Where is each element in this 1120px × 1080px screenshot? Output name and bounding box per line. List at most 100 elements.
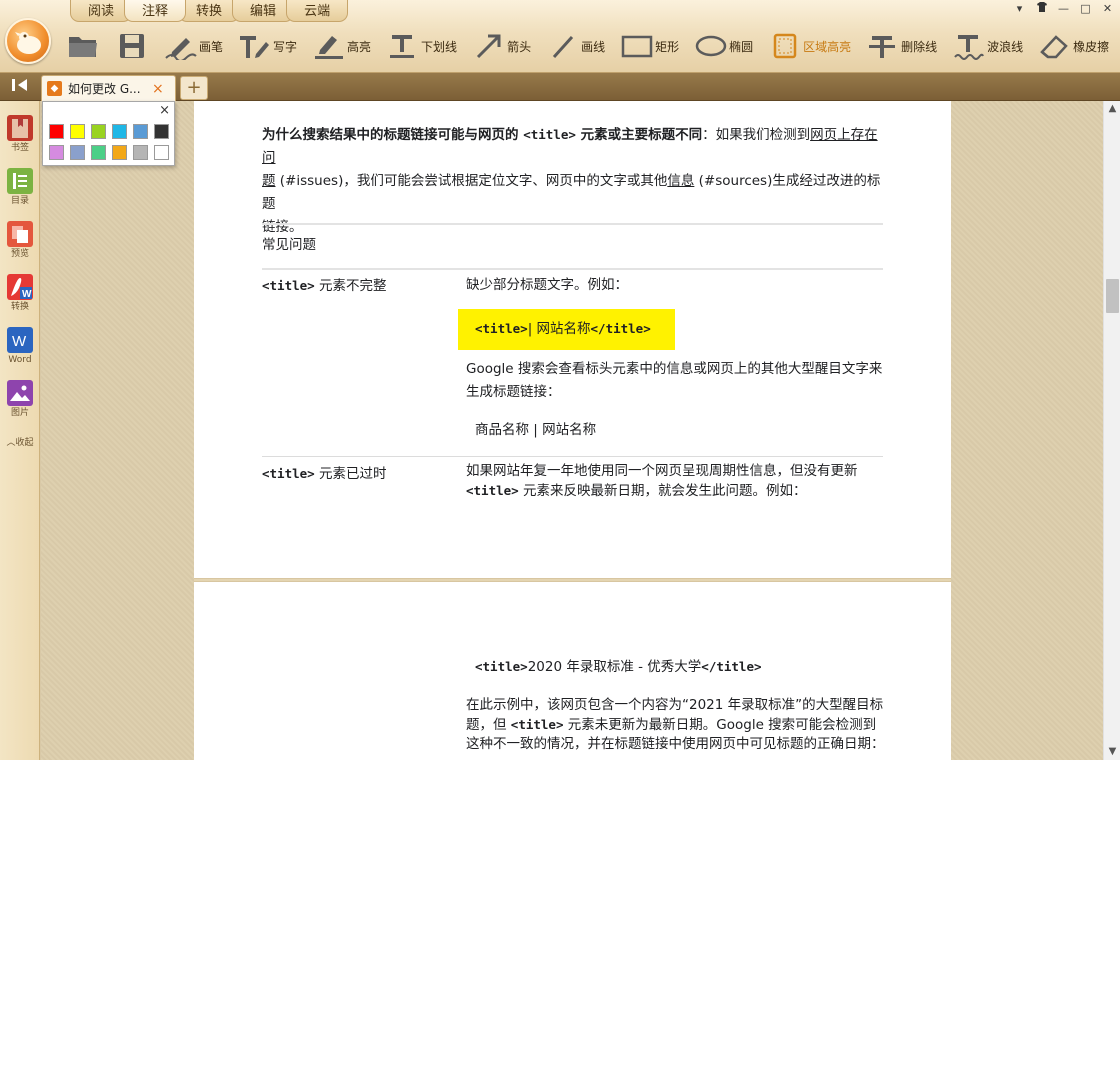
link-issues-continued[interactable]: 题 <box>262 173 276 189</box>
svg-text:W: W <box>22 289 32 300</box>
tool-wavy-line[interactable]: 波浪线 <box>946 29 1029 63</box>
bookmark-icon <box>7 115 33 141</box>
tool-arrow[interactable]: 箭头 <box>466 29 537 63</box>
collapse-sidebar-button[interactable] <box>4 76 36 98</box>
image-icon <box>7 380 33 406</box>
sidebar-item-label: 书签 <box>10 143 29 153</box>
close-tab-icon[interactable]: × <box>152 81 164 97</box>
tool-label: 橡皮擦 <box>1073 39 1110 54</box>
tool-highlight[interactable]: 高亮 <box>306 29 377 63</box>
skin-icon[interactable] <box>1033 2 1050 17</box>
paragraph-text: (#issues)，我们可能会尝试根据定位文字、网页中的文字或其他 <box>275 173 668 189</box>
tool-label: 矩形 <box>655 39 680 54</box>
tool-label: 下划线 <box>421 39 458 54</box>
pdf-page: 为什么搜索结果中的标题链接可能与网页的 <title> 元素或主要标题不同：如果… <box>194 101 951 578</box>
save-button[interactable] <box>109 29 155 63</box>
tool-label: 画线 <box>581 39 606 54</box>
sidebar-item-label: 目录 <box>10 196 29 206</box>
paragraph-text: ：如果我们检测到 <box>702 127 811 143</box>
sidebar-item-preview[interactable]: 预览 <box>0 221 40 260</box>
ellipse-icon <box>694 30 728 62</box>
tab-edit[interactable]: 编辑 <box>232 0 295 22</box>
chevron-up-icon: ︿ <box>6 438 16 448</box>
tab-read[interactable]: 阅读 <box>70 0 133 22</box>
color-swatch-violet[interactable] <box>49 145 64 160</box>
bold-text: 为什么搜索结果中的标题链接可能与网页的 <title> 元素或主要标题不同 <box>262 127 703 143</box>
color-swatch-gray[interactable] <box>133 145 148 160</box>
tool-eraser[interactable]: 橡皮擦 <box>1032 29 1115 63</box>
color-swatch-cyan[interactable] <box>112 124 127 139</box>
sidebar-item-toc[interactable]: 目录 <box>0 168 40 207</box>
document-tab[interactable]: ◆ 如何更改 G... × <box>41 75 176 101</box>
pdf-reader-window: 阅读 注释 转换 编辑 云端 ▾ — □ ✕ 画笔 写字 高亮 下划线 箭头 画… <box>0 0 1120 760</box>
scroll-thumb[interactable] <box>1106 279 1119 313</box>
menu-tabs: 阅读 注释 转换 编辑 云端 <box>70 0 349 22</box>
link-sources[interactable]: 信息 <box>667 173 694 189</box>
color-swatch-slate[interactable] <box>70 145 85 160</box>
tool-write[interactable]: 写字 <box>232 29 303 63</box>
sidebar-item-label: 预览 <box>10 249 29 259</box>
faq-row-description: 缺少部分标题文字。例如： <box>466 277 628 293</box>
line-icon <box>546 30 580 62</box>
sidebar-item-word[interactable]: W Word <box>0 327 40 366</box>
tool-underline[interactable]: 下划线 <box>380 29 463 63</box>
area-highlight-icon <box>768 30 802 62</box>
arrow-icon <box>472 30 506 62</box>
color-swatch-red[interactable] <box>49 124 64 139</box>
sidebar-item-label: 图片 <box>10 408 29 418</box>
pdf-to-word-icon: W <box>7 274 33 300</box>
tool-pen[interactable]: 画笔 <box>158 29 229 63</box>
color-swatch-white[interactable] <box>154 145 169 160</box>
faq-row-description: 如果网站年复一年地使用同一个网页呈现周期性信息，但没有更新 <title> 元素来… <box>466 463 858 499</box>
sidebar-item-convert[interactable]: W 转换 <box>0 274 40 313</box>
tool-area-highlight[interactable]: 区域高亮 <box>762 29 857 63</box>
sidebar-collapse-button[interactable]: ︿收起 <box>0 435 40 448</box>
open-button[interactable] <box>60 29 106 63</box>
dropdown-menu-icon[interactable]: ▾ <box>1011 2 1028 17</box>
sidebar-item-bookmarks[interactable]: 书签 <box>0 115 40 154</box>
scroll-down-icon[interactable]: ▼ <box>1104 744 1120 760</box>
app-logo[interactable] <box>5 18 51 64</box>
tab-convert[interactable]: 转换 <box>178 0 241 22</box>
code-example: <title>2020 年录取标准 - 优秀大学</title> <box>475 659 762 675</box>
tool-strikethrough[interactable]: 删除线 <box>860 29 943 63</box>
ribbon-header: 阅读 注释 转换 编辑 云端 ▾ — □ ✕ 画笔 写字 高亮 下划线 箭头 画… <box>0 0 1120 73</box>
color-swatch-orange[interactable] <box>112 145 127 160</box>
maximize-icon[interactable]: □ <box>1077 2 1094 17</box>
new-tab-button[interactable]: + <box>180 76 208 100</box>
write-icon <box>238 30 272 62</box>
tool-label: 高亮 <box>347 39 372 54</box>
underline-icon <box>386 30 420 62</box>
tool-ellipse[interactable]: 椭圆 <box>688 29 759 63</box>
sidebar-item-image[interactable]: 图片 <box>0 380 40 419</box>
left-sidebar: 书签 目录 预览 W 转换 W Word 图片 ︿收起 <box>0 101 40 760</box>
close-icon[interactable]: ✕ <box>1099 2 1116 17</box>
tool-rectangle[interactable]: 矩形 <box>614 29 685 63</box>
color-swatch-yellow[interactable] <box>70 124 85 139</box>
wavy-line-icon <box>952 30 986 62</box>
color-swatch-green[interactable] <box>91 145 106 160</box>
code-example: <title>| 网站名称</title> <box>475 321 651 337</box>
highlight-icon <box>312 30 346 62</box>
color-swatch-dark[interactable] <box>154 124 169 139</box>
tool-label: 波浪线 <box>987 39 1024 54</box>
color-swatch-lime[interactable] <box>91 124 106 139</box>
faq-heading: 常见问题 <box>262 237 316 253</box>
tab-cloud[interactable]: 云端 <box>286 0 349 22</box>
close-icon[interactable]: × <box>159 103 170 118</box>
document-viewport[interactable]: 为什么搜索结果中的标题链接可能与网页的 <title> 元素或主要标题不同：如果… <box>41 101 1103 760</box>
scroll-up-icon[interactable]: ▲ <box>1104 101 1120 117</box>
minimize-icon[interactable]: — <box>1055 2 1072 17</box>
window-controls: ▾ — □ ✕ <box>1011 2 1116 17</box>
paragraph-text: 链接。 <box>262 219 303 235</box>
folder-icon <box>66 30 100 62</box>
vertical-scrollbar[interactable]: ▲ ▼ <box>1103 101 1120 760</box>
paragraph-title-differences: 为什么搜索结果中的标题链接可能与网页的 <title> 元素或主要标题不同：如果… <box>262 123 887 239</box>
sidebar-collapse-label: 收起 <box>15 438 34 448</box>
tool-line[interactable]: 画线 <box>540 29 611 63</box>
eraser-icon <box>1038 30 1072 62</box>
color-swatch-blue[interactable] <box>133 124 148 139</box>
tool-label: 箭头 <box>507 39 532 54</box>
pdf-file-icon: ◆ <box>47 81 62 96</box>
tab-annotate[interactable]: 注释 <box>124 0 187 22</box>
